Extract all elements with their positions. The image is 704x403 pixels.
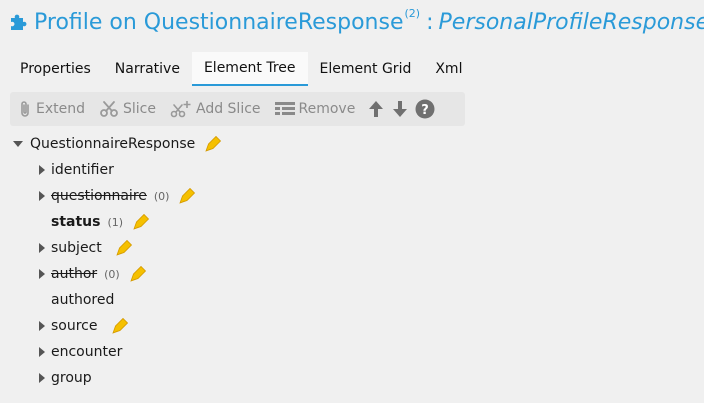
title-main: Profile on QuestionnaireResponse	[34, 9, 404, 35]
tree-item-label: identifier	[51, 162, 114, 178]
slice-label: Slice	[123, 101, 156, 117]
svg-text:?: ?	[422, 103, 430, 118]
tree-item-label: author	[51, 266, 98, 282]
cardinality-badge: (0)	[104, 267, 120, 281]
page-title: Profile on QuestionnaireResponse (2) : P…	[8, 6, 704, 38]
expand-caret-icon[interactable]	[36, 190, 48, 202]
tree-item-status[interactable]: status (1)	[10, 209, 223, 235]
help-icon[interactable]: ?	[415, 99, 435, 119]
cardinality-badge: (1)	[107, 215, 124, 229]
tree-item-label: source	[51, 318, 98, 334]
title-colon: :	[426, 9, 434, 35]
tree-item-label: encounter	[51, 344, 123, 360]
tree-item-label: status	[51, 214, 101, 230]
tab-narrative[interactable]: Narrative	[103, 52, 192, 86]
title-count: (2)	[404, 6, 421, 20]
add-slice-label: Add Slice	[195, 101, 261, 117]
tree-item-authored[interactable]: authored	[10, 287, 223, 313]
expand-caret-icon[interactable]	[36, 268, 48, 280]
expand-caret-icon[interactable]	[36, 164, 48, 176]
expand-caret-icon[interactable]	[36, 372, 48, 384]
edit-pen-icon[interactable]	[131, 212, 151, 232]
puzzle-piece-icon	[8, 12, 28, 32]
move-down-icon[interactable]	[391, 99, 409, 119]
tree-item-source[interactable]: source	[10, 313, 223, 339]
cardinality-badge: (0)	[153, 189, 170, 203]
toolbar: Extend Slice Add Slice Remove ?	[10, 92, 465, 126]
tree-item-label: group	[51, 370, 92, 386]
tree-item-label: subject	[51, 240, 102, 256]
tree-item-label: questionnaire	[51, 188, 147, 204]
add-scissors-icon	[170, 101, 191, 118]
add-slice-button[interactable]: Add Slice	[170, 100, 261, 118]
tree-item-label: authored	[51, 292, 115, 308]
slice-button[interactable]: Slice	[99, 100, 156, 118]
edit-pen-icon[interactable]	[203, 134, 223, 154]
move-up-icon[interactable]	[367, 99, 385, 119]
remove-label: Remove	[298, 101, 356, 117]
tree-item-author[interactable]: author (0)	[10, 261, 223, 287]
extend-label: Extend	[36, 101, 85, 117]
tree-root[interactable]: QuestionnaireResponse	[10, 131, 223, 157]
expand-caret-icon[interactable]	[36, 242, 48, 254]
edit-pen-icon[interactable]	[114, 238, 134, 258]
edit-pen-icon[interactable]	[110, 316, 130, 336]
title-type: PersonalProfileResponse	[438, 9, 704, 35]
element-tree: QuestionnaireResponse identifier questio…	[10, 131, 223, 391]
tree-item-identifier[interactable]: identifier	[10, 157, 223, 183]
tree-item-group[interactable]: group	[10, 365, 223, 391]
tree-item-encounter[interactable]: encounter	[10, 339, 223, 365]
paperclip-icon	[21, 101, 29, 117]
collapse-caret-icon[interactable]	[12, 138, 24, 150]
remove-table-icon	[274, 102, 295, 115]
tab-bar: Properties Narrative Element Tree Elemen…	[8, 52, 474, 86]
extend-button[interactable]: Extend	[18, 100, 85, 118]
remove-button[interactable]: Remove	[274, 101, 356, 117]
tab-properties[interactable]: Properties	[8, 52, 103, 86]
tab-element-tree[interactable]: Element Tree	[191, 52, 308, 86]
tree-item-questionnaire[interactable]: questionnaire (0)	[10, 183, 223, 209]
scissors-icon	[100, 101, 118, 117]
expand-caret-icon[interactable]	[36, 346, 48, 358]
tree-root-label: QuestionnaireResponse	[30, 136, 196, 152]
tree-item-subject[interactable]: subject	[10, 235, 223, 261]
expand-caret-icon[interactable]	[36, 320, 48, 332]
edit-pen-icon[interactable]	[128, 264, 148, 284]
tab-element-grid[interactable]: Element Grid	[308, 52, 424, 86]
tab-xml[interactable]: Xml	[423, 52, 474, 86]
edit-pen-icon[interactable]	[177, 186, 197, 206]
